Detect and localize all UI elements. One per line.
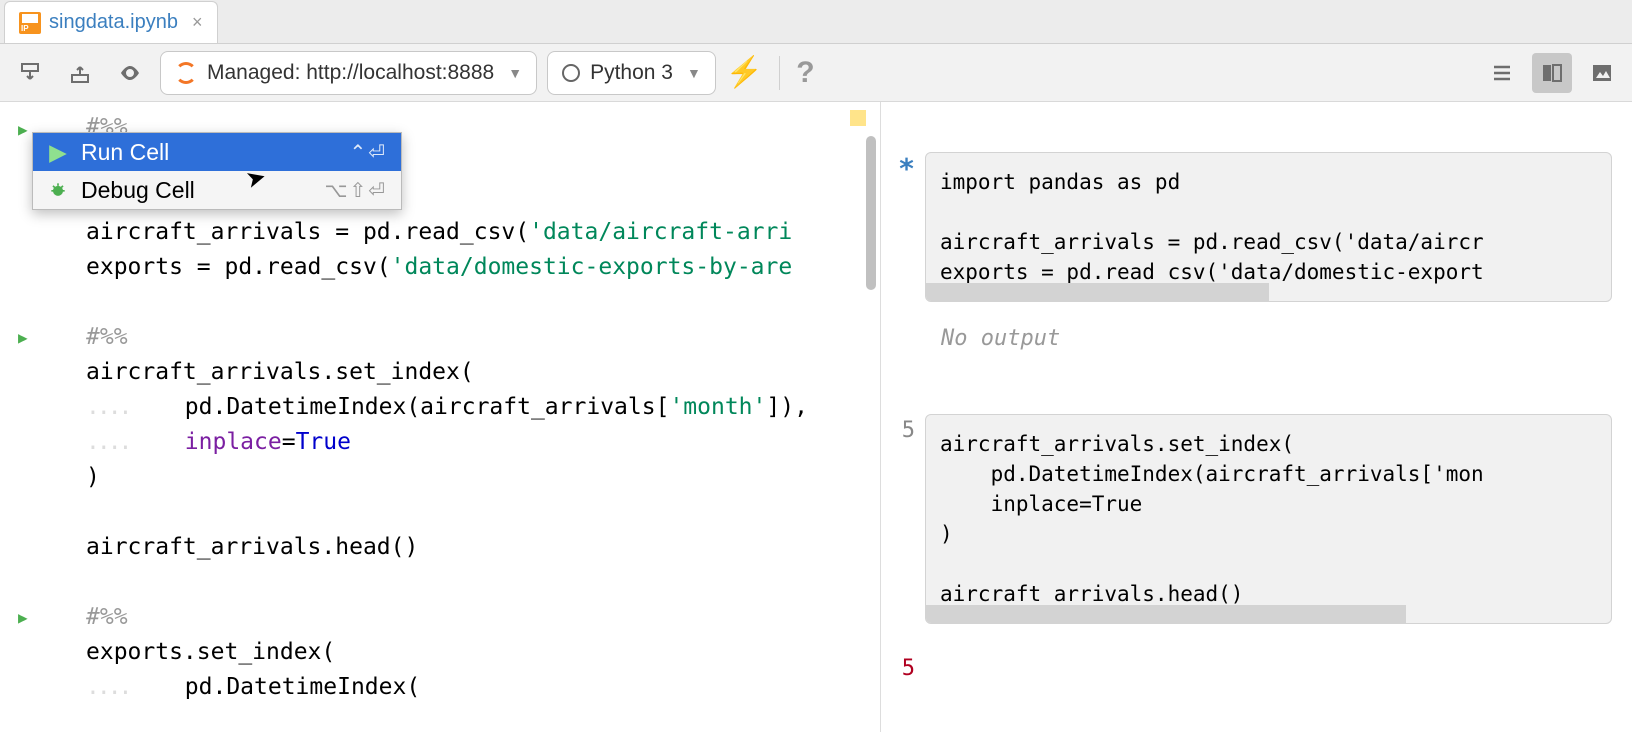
download-cell-button[interactable] (10, 53, 50, 93)
run-cell-gutter-icon[interactable]: ▶ (18, 112, 28, 147)
output-cell: 5 aircraft_arrivals.set_index( pd.Dateti… (901, 414, 1612, 624)
code-line: aircraft_arrivals.set_index( (940, 432, 1294, 456)
toolbar-right-group (1482, 53, 1622, 93)
cell-source[interactable]: import pandas as pd aircraft_arrivals = … (925, 152, 1612, 302)
menu-shortcut: ⌃⏎ (349, 140, 387, 165)
jupyter-toolbar: Managed: http://localhost:8888 ▼ Python … (0, 44, 1632, 102)
kernel-label: Python 3 (590, 61, 673, 85)
tab-bar: singdata.ipynb × (0, 0, 1632, 44)
code-line: inplace=True (940, 492, 1142, 516)
kernel-select[interactable]: Python 3 ▼ (547, 51, 716, 95)
code-line: aircraft_arrivals = pd.read_csv('data/ai… (86, 219, 792, 245)
output-cell: * import pandas as pd aircraft_arrivals … (901, 152, 1612, 354)
upload-cell-button[interactable] (60, 53, 100, 93)
ipynb-file-icon (19, 12, 41, 34)
menu-shortcut: ⌥⇧⏎ (324, 178, 387, 203)
jupyter-server-select[interactable]: Managed: http://localhost:8888 ▼ (160, 51, 537, 95)
code-line: aircraft_arrivals.head() (940, 582, 1243, 606)
code-line: #%% (86, 324, 128, 350)
code-line: aircraft_arrivals = pd.read_csv('data/ai… (940, 230, 1484, 254)
code-line: aircraft_arrivals.head() (86, 534, 418, 560)
bug-icon (47, 180, 69, 200)
code-line: aircraft_arrivals.set_index( (86, 359, 474, 385)
tab-filename: singdata.ipynb (49, 11, 178, 34)
view-split-button[interactable] (1532, 53, 1572, 93)
horizontal-scrollbar[interactable] (926, 283, 1269, 301)
help-icon[interactable]: ? (796, 56, 814, 90)
cell-exec-count: 5 (895, 416, 915, 446)
no-output-label: No output (941, 324, 1612, 354)
cell-exec-count: 5 (895, 654, 915, 684)
cell-source[interactable]: aircraft_arrivals.set_index( pd.Datetime… (925, 414, 1612, 624)
editor-tab[interactable]: singdata.ipynb × (4, 1, 218, 43)
menu-label: Debug Cell (81, 177, 195, 204)
code-line: pd.DatetimeIndex(aircraft_arrivals['mon (940, 462, 1484, 486)
view-image-button[interactable] (1582, 53, 1622, 93)
chevron-down-icon: ▼ (687, 65, 701, 81)
code-line: exports.set_index( (86, 639, 335, 665)
code-line: import pandas as pd (940, 170, 1180, 194)
preview-eye-button[interactable] (110, 53, 150, 93)
play-icon: ▶ (47, 139, 69, 166)
run-cell-gutter-icon[interactable]: ▶ (18, 600, 28, 635)
run-cell-gutter-icon[interactable]: ▶ (18, 320, 28, 355)
code-line: #%% (86, 604, 128, 630)
code-line: ) (86, 464, 100, 490)
toolbar-separator (779, 56, 780, 90)
menu-label: Run Cell (81, 139, 169, 166)
tab-close-icon[interactable]: × (192, 12, 203, 33)
horizontal-scrollbar[interactable] (926, 605, 1406, 623)
kernel-status-icon (562, 64, 580, 82)
interrupt-bolt-icon[interactable]: ⚡ (726, 55, 763, 90)
code-line: exports = pd.read_csv('data/domestic-exp… (86, 254, 792, 280)
code-line: .... inplace=True (86, 429, 351, 455)
cell-run-indicator: * (895, 154, 915, 184)
code-line: ) (940, 522, 953, 546)
chevron-down-icon: ▼ (508, 65, 522, 81)
code-line: .... pd.DatetimeIndex( (86, 674, 420, 700)
code-line: exports = pd.read_csv('data/domestic-exp… (940, 260, 1484, 284)
view-list-button[interactable] (1482, 53, 1522, 93)
jupyter-icon (175, 62, 197, 84)
output-pane[interactable]: * import pandas as pd aircraft_arrivals … (880, 102, 1632, 732)
code-line: .... pd.DatetimeIndex(aircraft_arrivals[… (86, 394, 808, 420)
menu-run-cell[interactable]: ▶ Run Cell ⌃⏎ (33, 133, 401, 171)
menu-debug-cell[interactable]: Debug Cell ⌥⇧⏎ (33, 171, 401, 209)
cell-context-menu: ▶ Run Cell ⌃⏎ Debug Cell ⌥⇧⏎ (32, 132, 402, 210)
managed-server-label: Managed: http://localhost:8888 (207, 61, 494, 85)
